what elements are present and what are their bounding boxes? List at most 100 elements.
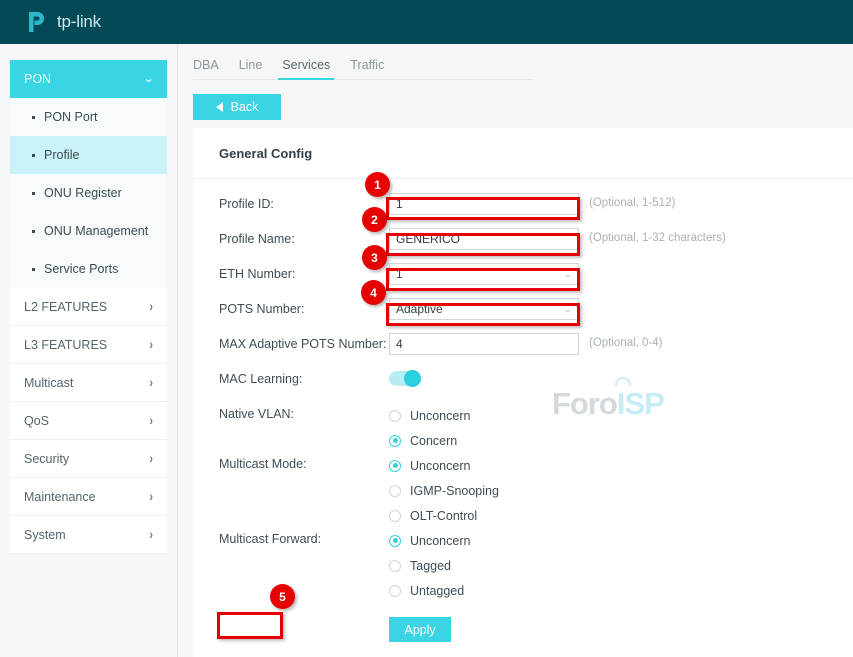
sidebar-item-label: L2 FEATURES [24,300,107,314]
field-row-max-adaptive-pots: MAX Adaptive POTS Number: (Optional, 0-4… [193,333,853,368]
profile-id-label: Profile ID: [219,193,389,211]
sidebar-group-pon-label: PON [24,72,51,86]
field-row-mac-learning: MAC Learning: [193,368,853,403]
multicast-forward-option-unconcern[interactable]: Unconcern [389,528,470,553]
multicast-mode-label: Multicast Mode: [219,453,389,471]
chevron-right-icon: › [149,489,153,504]
native-vlan-label: Native VLAN: [219,403,389,421]
multicast-forward-option-untagged[interactable]: Untagged [389,578,470,603]
tplink-logo-icon [26,9,52,35]
back-button-label: Back [231,100,259,114]
radio-icon[interactable] [389,435,401,447]
bullet-icon [32,230,35,233]
multicast-forward-radio-group: Unconcern Tagged Untagged [389,528,470,603]
sidebar-item-label: QoS [24,414,49,428]
sidebar-submenu-pon: PON Port Profile ONU Register ONU Manage… [10,98,167,288]
bullet-icon [32,116,35,119]
sidebar-item-onu-management[interactable]: ONU Management [10,212,167,250]
multicast-mode-option-igmp-snooping[interactable]: IGMP-Snooping [389,478,499,503]
main-content: DBA Line Services Traffic Back General C… [178,44,853,657]
pots-number-select[interactable]: Adaptive ⌄ [389,298,579,320]
radio-icon[interactable] [389,535,401,547]
max-adaptive-pots-label: MAX Adaptive POTS Number: [219,333,389,351]
chevron-right-icon: › [149,413,153,428]
profile-name-label: Profile Name: [219,228,389,246]
brand-name: tp-link [57,12,101,32]
multicast-forward-label: Multicast Forward: [219,528,389,546]
native-vlan-option-unconcern[interactable]: Unconcern [389,403,470,428]
brand-logo[interactable]: tp-link [26,9,101,35]
profile-id-hint: (Optional, 1-512) [589,193,675,209]
radio-icon[interactable] [389,585,401,597]
multicast-mode-option-olt-control[interactable]: OLT-Control [389,503,499,528]
max-adaptive-pots-input[interactable] [389,333,579,355]
sidebar-item-label: ONU Register [44,186,122,200]
radio-label: OLT-Control [410,509,477,523]
sidebar-item-label: System [24,528,66,542]
sidebar-item-label: Service Ports [44,262,118,276]
eth-number-label: ETH Number: [219,263,389,281]
sidebar-item-label: Multicast [24,376,73,390]
chevron-down-icon: ⌄ [563,299,573,319]
page-title: General Config [193,128,853,179]
multicast-mode-option-unconcern[interactable]: Unconcern [389,453,499,478]
radio-label: IGMP-Snooping [410,484,499,498]
field-row-pots-number: POTS Number: Adaptive ⌄ [193,298,853,333]
tab-traffic[interactable]: Traffic [340,58,394,79]
sidebar-item-l3-features[interactable]: L3 FEATURES › [10,326,167,364]
chevron-down-icon: ⌄ [563,264,573,284]
sidebar-item-security[interactable]: Security › [10,440,167,478]
bullet-icon [32,154,35,157]
radio-icon[interactable] [389,510,401,522]
toggle-knob-icon [404,370,421,387]
profile-name-input[interactable] [389,228,579,250]
sidebar-item-label: L3 FEATURES [24,338,107,352]
chevron-right-icon: › [149,375,153,390]
radio-label: Unconcern [410,459,470,473]
sidebar-item-onu-register[interactable]: ONU Register [10,174,167,212]
tab-services[interactable]: Services [272,58,340,79]
general-config-card: General Config Profile ID: (Optional, 1-… [193,128,853,657]
chevron-right-icon: › [149,299,153,314]
native-vlan-option-concern[interactable]: Concern [389,428,470,453]
field-row-multicast-mode: Multicast Mode: Unconcern IGMP-Snooping … [193,453,853,528]
apply-button[interactable]: Apply [389,617,451,642]
radio-icon[interactable] [389,485,401,497]
bullet-icon [32,268,35,271]
max-adaptive-pots-hint: (Optional, 0-4) [589,333,663,349]
radio-label: Unconcern [410,409,470,423]
sidebar-item-maintenance[interactable]: Maintenance › [10,478,167,516]
sidebar-item-service-ports[interactable]: Service Ports [10,250,167,288]
tab-dba[interactable]: DBA [193,58,229,79]
bullet-icon [32,192,35,195]
field-row-eth-number: ETH Number: 1 ⌄ [193,263,853,298]
radio-label: Tagged [410,559,451,573]
radio-icon[interactable] [389,410,401,422]
radio-icon[interactable] [389,460,401,472]
general-config-form: Profile ID: (Optional, 1-512) Profile Na… [193,179,853,652]
mac-learning-toggle[interactable] [389,371,421,386]
multicast-forward-option-tagged[interactable]: Tagged [389,553,470,578]
sidebar-group-pon[interactable]: PON ⌄ [10,60,167,98]
eth-number-select[interactable]: 1 ⌄ [389,263,579,285]
sidebar-item-pon-port[interactable]: PON Port [10,98,167,136]
profile-id-input[interactable] [389,193,579,215]
back-button[interactable]: Back [193,94,281,120]
field-row-apply: Apply [193,617,853,652]
sidebar-item-multicast[interactable]: Multicast › [10,364,167,402]
field-row-profile-id: Profile ID: (Optional, 1-512) [193,193,853,228]
sidebar-item-label: Maintenance [24,490,96,504]
radio-label: Untagged [410,584,464,598]
mac-learning-label: MAC Learning: [219,368,389,386]
profile-name-hint: (Optional, 1-32 characters) [589,228,726,244]
sidebar-item-system[interactable]: System › [10,516,167,554]
tab-line[interactable]: Line [229,58,273,79]
sidebar-item-l2-features[interactable]: L2 FEATURES › [10,288,167,326]
radio-icon[interactable] [389,560,401,572]
sidebar-item-qos[interactable]: QoS › [10,402,167,440]
sidebar-item-label: Profile [44,148,79,162]
sidebar-item-profile[interactable]: Profile [10,136,167,174]
chevron-right-icon: › [149,527,153,542]
sidebar-item-label: PON Port [44,110,98,124]
field-row-profile-name: Profile Name: (Optional, 1-32 characters… [193,228,853,263]
